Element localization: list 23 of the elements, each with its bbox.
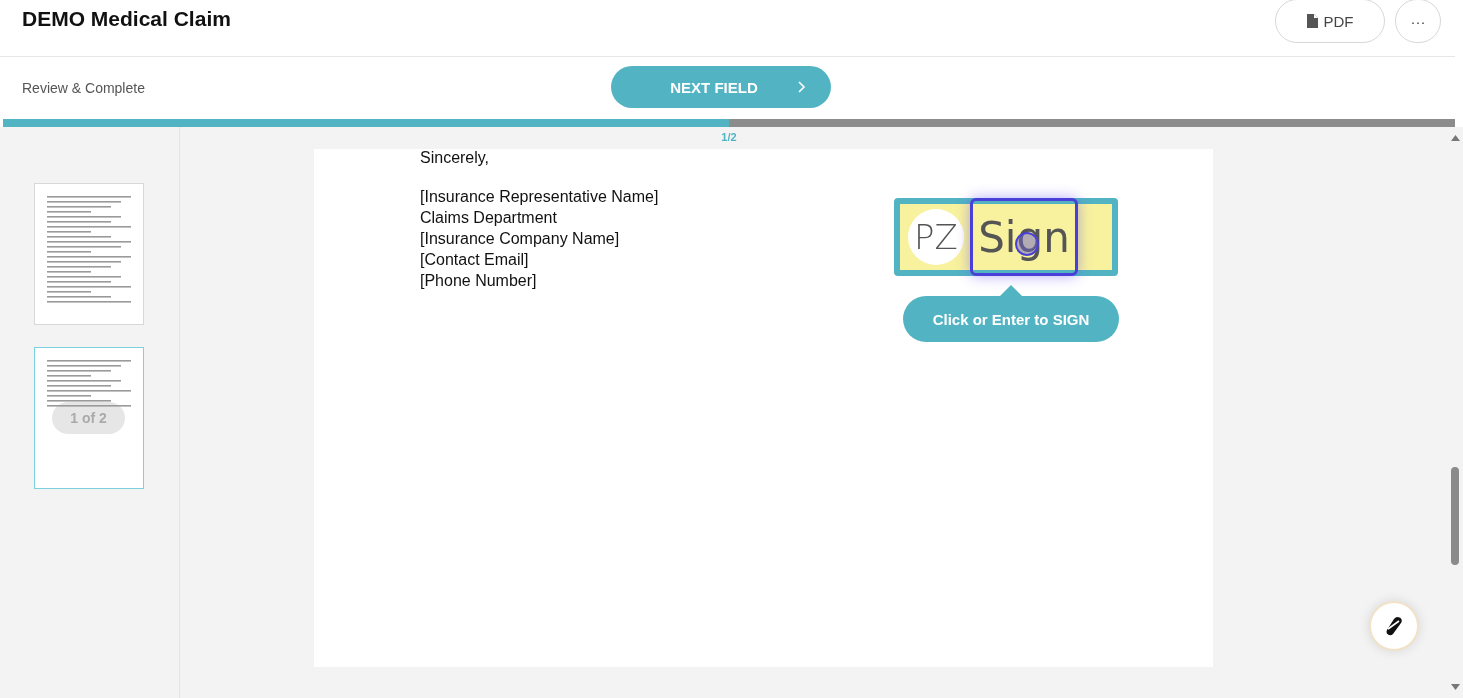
letter-line: [Insurance Company Name] [420, 229, 620, 249]
chevron-right-icon [797, 81, 806, 93]
step-label: Review & Complete [22, 80, 145, 96]
signature-pen-button[interactable] [1369, 601, 1419, 651]
file-icon [1306, 14, 1318, 28]
sign-button[interactable]: Sign [970, 198, 1078, 276]
letter-line: [Phone Number] [420, 271, 537, 291]
cursor-icon [1015, 232, 1039, 256]
letter-line: [Contact Email] [420, 250, 529, 270]
letter-line: Claims Department [420, 208, 557, 228]
page-thumbnail[interactable] [33, 183, 144, 325]
scrollbar-thumb[interactable] [1451, 467, 1459, 565]
pdf-button[interactable]: PDF [1275, 0, 1385, 43]
more-button[interactable]: ··· [1395, 0, 1441, 43]
document-title: DEMO Medical Claim [22, 7, 231, 31]
page-counter: 1 of 2 [52, 402, 125, 434]
scroll-up-icon[interactable] [1450, 135, 1460, 141]
scroll-down-icon[interactable] [1450, 684, 1460, 690]
progress-label: 1/2 [721, 131, 737, 143]
initials-badge: PZ [908, 209, 964, 265]
letter-line: [Insurance Representative Name] [420, 187, 659, 207]
letter-closing: Sincerely, [420, 148, 490, 168]
sign-tooltip: Click or Enter to SIGN [903, 296, 1119, 342]
